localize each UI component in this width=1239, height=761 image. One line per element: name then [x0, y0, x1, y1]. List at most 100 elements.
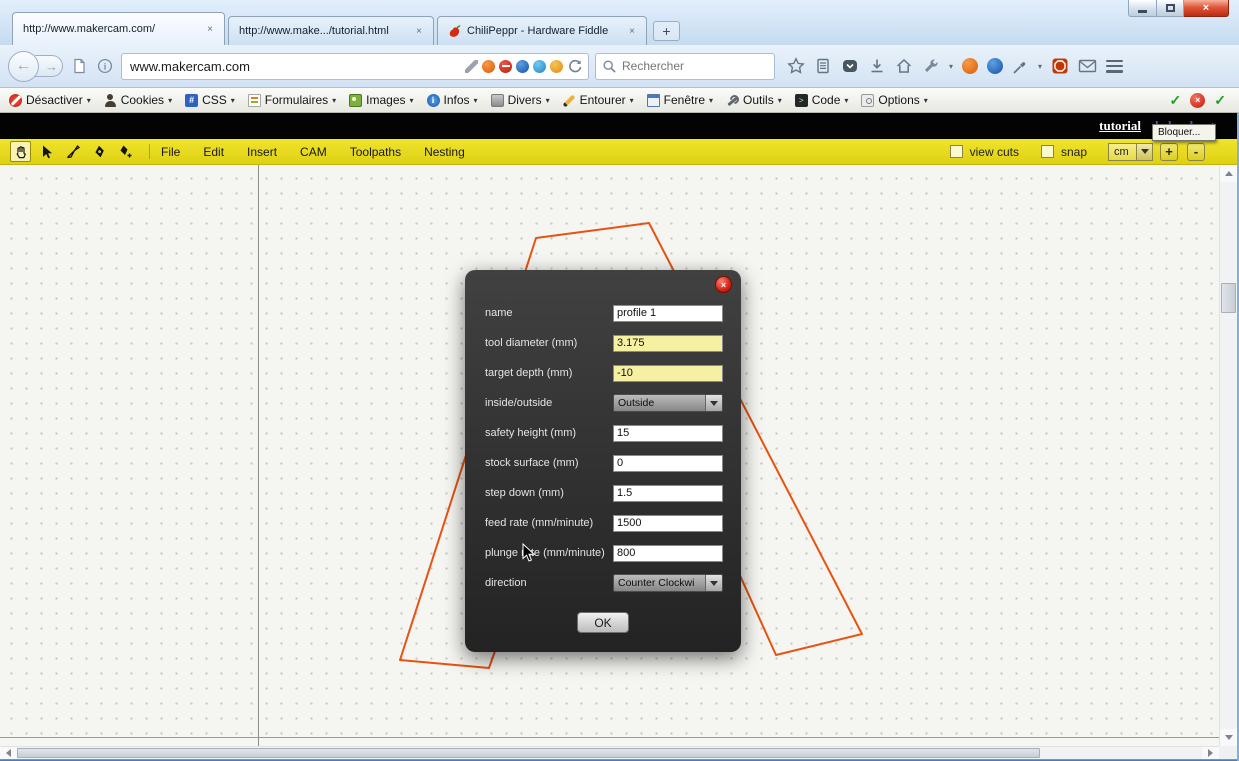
- downloads-icon[interactable]: [868, 57, 886, 75]
- images-icon: [349, 94, 362, 107]
- select-dropdown-arrow-icon[interactable]: [705, 575, 722, 591]
- vertical-scrollbar-thumb[interactable]: [1221, 283, 1236, 313]
- scroll-down-button[interactable]: [1220, 729, 1237, 746]
- tutorial-link[interactable]: tutorial: [1099, 118, 1141, 134]
- bookmark-star-icon[interactable]: [787, 57, 805, 75]
- addon-fire-icon[interactable]: [962, 58, 978, 74]
- chevron-down-icon: ▾: [630, 96, 634, 105]
- devbar-item-entourer[interactable]: Entourer ▾: [563, 93, 634, 107]
- tool-diameter-field[interactable]: [613, 335, 723, 352]
- devbar-item-code[interactable]: Code ▾: [795, 93, 849, 107]
- horizontal-scrollbar-thumb[interactable]: [17, 748, 1040, 758]
- devbar-item-formulaires[interactable]: Formulaires ▾: [248, 93, 336, 107]
- addon-lightblue-icon[interactable]: [533, 60, 546, 73]
- devbar-item-images[interactable]: Images ▾: [349, 93, 413, 107]
- pen-tool[interactable]: [88, 141, 109, 162]
- bookmarks-list-icon[interactable]: [814, 57, 832, 75]
- url-bar[interactable]: www.makercam.com: [121, 53, 589, 80]
- tab-tutorial[interactable]: http://www.make.../tutorial.html ×: [228, 16, 434, 45]
- forward-button[interactable]: →: [35, 55, 63, 77]
- menu-cam[interactable]: CAM: [300, 145, 327, 159]
- zoom-out-button[interactable]: -: [1187, 143, 1205, 161]
- safety-height-field[interactable]: [613, 425, 723, 442]
- tab-close-icon[interactable]: ×: [412, 24, 426, 38]
- scroll-up-button[interactable]: [1220, 165, 1237, 182]
- devbar-item-divers[interactable]: Divers ▾: [491, 93, 550, 107]
- vertical-scrollbar[interactable]: [1219, 165, 1237, 746]
- adblock-icon[interactable]: [1051, 57, 1069, 75]
- view-cuts-checkbox[interactable]: [950, 145, 963, 158]
- step-down-field[interactable]: [613, 485, 723, 502]
- plunge-rate-field[interactable]: [613, 545, 723, 562]
- menu-nesting[interactable]: Nesting: [424, 145, 465, 159]
- scroll-right-button[interactable]: [1202, 747, 1219, 759]
- select-arrow-tool[interactable]: [36, 141, 57, 162]
- scroll-left-button[interactable]: [0, 747, 17, 759]
- select-dropdown-arrow-icon[interactable]: [705, 395, 722, 411]
- search-input[interactable]: [622, 59, 768, 73]
- pocket-icon[interactable]: [841, 57, 859, 75]
- home-icon[interactable]: [895, 57, 913, 75]
- reload-icon[interactable]: [567, 58, 583, 74]
- menu-edit[interactable]: Edit: [203, 145, 224, 159]
- horizontal-scrollbar[interactable]: [0, 746, 1219, 759]
- inside-outside-select[interactable]: Outside: [613, 394, 723, 412]
- menu-insert[interactable]: Insert: [247, 145, 277, 159]
- devbar-item-infos[interactable]: Infos ▾: [427, 93, 478, 107]
- snap-checkbox[interactable]: [1041, 145, 1054, 158]
- units-dropdown-arrow-icon[interactable]: [1136, 144, 1152, 160]
- url-text[interactable]: www.makercam.com: [130, 59, 461, 74]
- addon-smiley-icon[interactable]: [550, 60, 563, 73]
- menu-toolpaths[interactable]: Toolpaths: [350, 145, 401, 159]
- devbar-item-desactiver[interactable]: Désactiver ▾: [9, 93, 91, 107]
- menu-file[interactable]: File: [161, 145, 180, 159]
- addon-globe-icon[interactable]: [987, 58, 1003, 74]
- page-icon[interactable]: [69, 56, 89, 76]
- maximize-icon: [1166, 4, 1175, 12]
- addon-brush-icon[interactable]: [465, 60, 478, 73]
- ok-button[interactable]: OK: [577, 612, 629, 633]
- close-window-button[interactable]: ×: [1184, 0, 1229, 17]
- devbar-item-options[interactable]: Options ▾: [861, 93, 927, 107]
- valid-check-icon[interactable]: ✓: [1214, 92, 1226, 109]
- mail-icon[interactable]: [1078, 58, 1097, 74]
- chevron-down-icon[interactable]: ▾: [1038, 62, 1042, 71]
- error-icon[interactable]: ×: [1190, 93, 1205, 108]
- snap-label: snap: [1061, 145, 1087, 159]
- tab-chilipeppr[interactable]: ChiliPeppr - Hardware Fiddle ×: [437, 16, 647, 45]
- valid-check-icon[interactable]: ✓: [1170, 92, 1182, 109]
- field-label: step down (mm): [485, 487, 613, 499]
- maximize-button[interactable]: [1157, 0, 1184, 17]
- target-depth-field[interactable]: [613, 365, 723, 382]
- tab-makercam[interactable]: http://www.makercam.com/ ×: [12, 12, 225, 45]
- tab-title: http://www.makercam.com/: [23, 23, 197, 35]
- devbar-item-css[interactable]: CSS ▾: [185, 93, 235, 107]
- menu-hamburger-icon[interactable]: [1106, 60, 1123, 73]
- back-button[interactable]: ←: [8, 51, 39, 82]
- knife-tool[interactable]: [62, 141, 83, 162]
- site-info-icon[interactable]: i: [95, 56, 115, 76]
- zoom-in-button[interactable]: +: [1160, 143, 1178, 161]
- units-select[interactable]: cm: [1108, 143, 1153, 161]
- chevron-down-icon[interactable]: ▾: [949, 62, 953, 71]
- minimize-button[interactable]: [1128, 0, 1157, 17]
- dialog-close-icon[interactable]: ×: [715, 276, 732, 293]
- addon-orange-icon[interactable]: [482, 60, 495, 73]
- addon-blocker-icon[interactable]: [499, 60, 512, 73]
- tab-close-icon[interactable]: ×: [203, 22, 217, 36]
- stock-surface-field[interactable]: [613, 455, 723, 472]
- color-picker-icon[interactable]: [1012, 58, 1029, 75]
- direction-select[interactable]: Counter Clockwi: [613, 574, 723, 592]
- search-bar[interactable]: [595, 53, 775, 80]
- new-tab-button[interactable]: +: [653, 21, 680, 41]
- pen-add-tool[interactable]: [114, 141, 135, 162]
- devbar-item-cookies[interactable]: Cookies ▾: [104, 93, 172, 107]
- devbar-item-fenetre[interactable]: Fenêtre ▾: [647, 93, 713, 107]
- developer-wrench-icon[interactable]: [922, 57, 940, 75]
- name-field[interactable]: [613, 305, 723, 322]
- addon-blue-icon[interactable]: [516, 60, 529, 73]
- pan-hand-tool[interactable]: [10, 141, 31, 162]
- feed-rate-field[interactable]: [613, 515, 723, 532]
- devbar-item-outils[interactable]: Outils ▾: [726, 93, 782, 107]
- tab-close-icon[interactable]: ×: [625, 24, 639, 38]
